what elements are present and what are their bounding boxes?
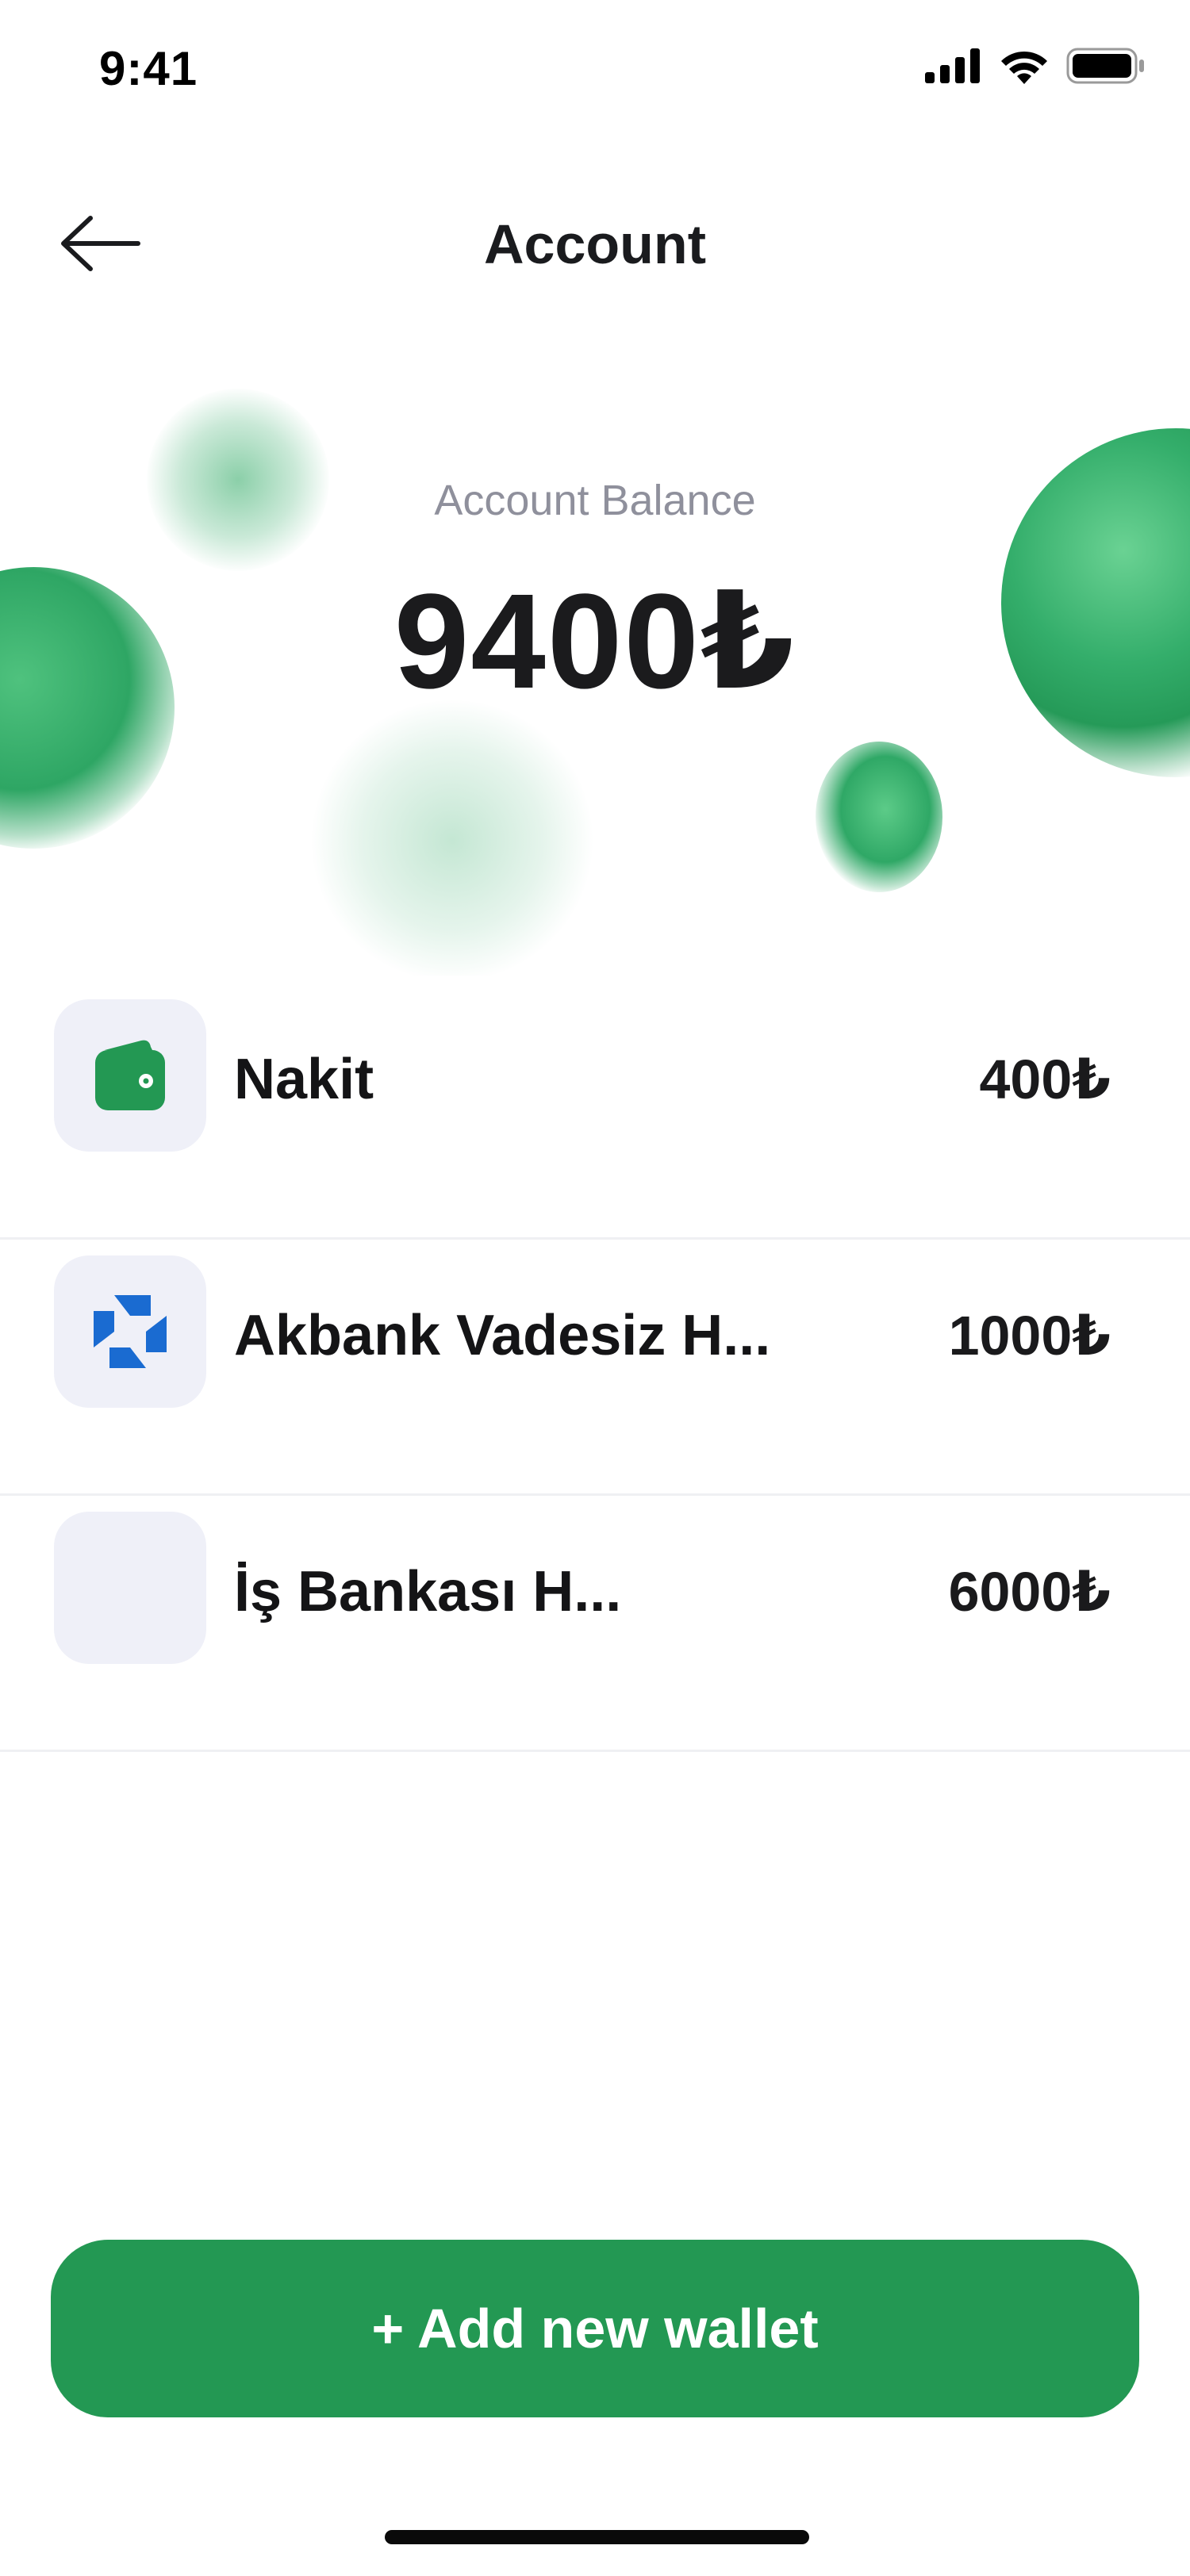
cellular-signal-icon (925, 48, 980, 83)
wallet-icon (95, 1040, 165, 1110)
balance-label: Account Balance (434, 477, 756, 524)
wallet-icon-container (54, 999, 206, 1152)
wallet-icon-container (54, 1512, 206, 1664)
wallet-row-isbank[interactable]: İş Bankası H... 6000₺ (0, 1496, 1190, 1752)
decorative-blob (816, 742, 942, 892)
wallet-amount: 6000₺ (948, 1561, 1111, 1623)
home-indicator (385, 2530, 809, 2544)
wallet-row-akbank[interactable]: Akbank Vadesiz H... 1000₺ (0, 1240, 1190, 1496)
app-header: Account (0, 182, 1190, 301)
balance-hero: Account Balance 9400₺ (0, 341, 1190, 976)
decorative-blob (309, 698, 595, 976)
status-bar: 9:41 (0, 0, 1190, 143)
bank-logo-icon (94, 1295, 167, 1368)
status-time: 9:41 (99, 42, 198, 95)
battery-icon (1066, 48, 1144, 84)
wallet-row-nakit[interactable]: Nakit 400₺ (0, 983, 1190, 1240)
wallet-name: Akbank Vadesiz H... (234, 1304, 771, 1367)
status-icons (925, 48, 1146, 84)
wallet-icon-container (54, 1255, 206, 1408)
wallet-name: İş Bankası H... (234, 1560, 622, 1623)
wallet-amount: 1000₺ (948, 1305, 1111, 1367)
wallet-list: Nakit 400₺ Akbank Vadesiz H... 1000₺ İş … (0, 983, 1190, 1752)
wifi-icon (1001, 51, 1047, 84)
page-title: Account (484, 213, 706, 275)
balance-amount: 9400₺ (393, 566, 797, 717)
add-new-wallet-button[interactable]: + Add new wallet (51, 2240, 1139, 2417)
wallet-amount: 400₺ (979, 1048, 1111, 1110)
wallet-name: Nakit (234, 1048, 374, 1111)
